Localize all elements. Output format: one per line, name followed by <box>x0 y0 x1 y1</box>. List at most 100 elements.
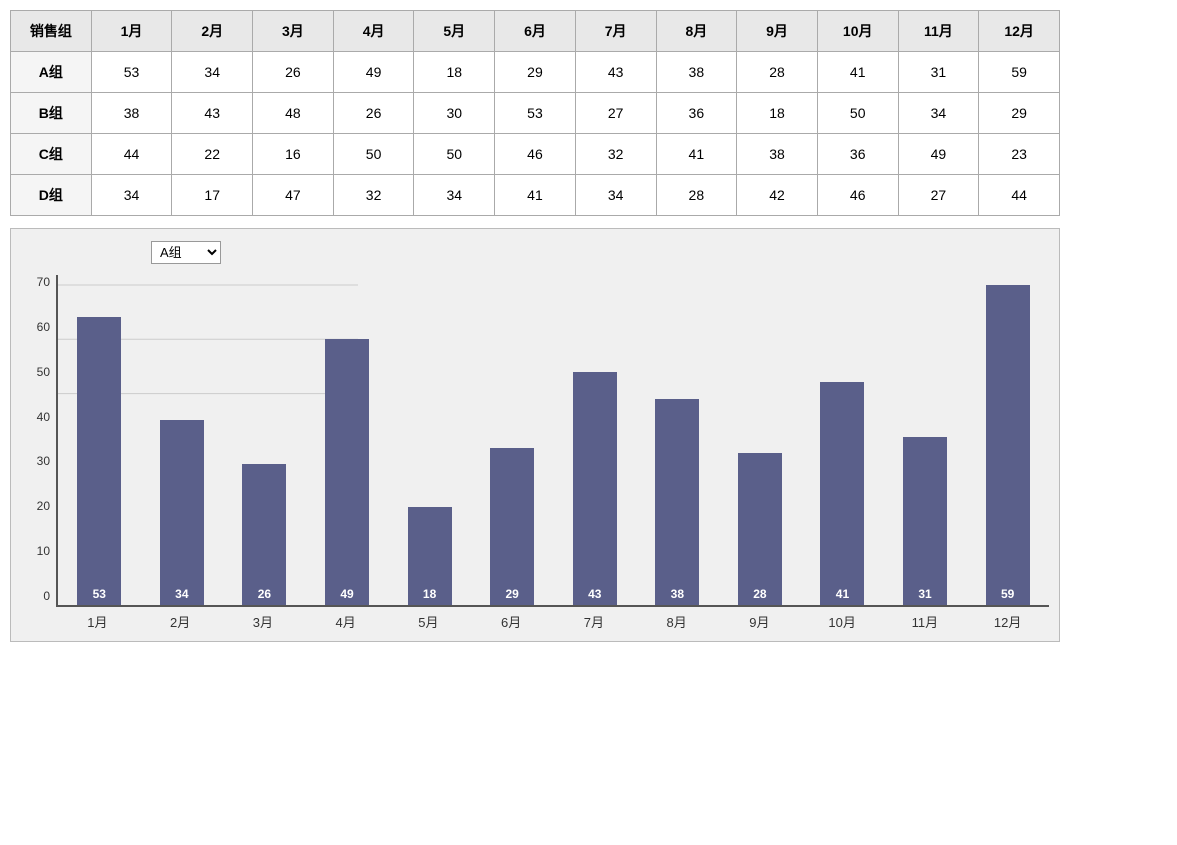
y-axis-label: 40 <box>37 410 50 424</box>
group-select[interactable]: A组B组C组D组 <box>151 241 221 264</box>
value-cell: 46 <box>495 134 576 175</box>
value-cell: 26 <box>253 52 334 93</box>
value-cell: 48 <box>253 93 334 134</box>
bar-group: 31 <box>884 285 967 605</box>
bar: 49 <box>325 339 369 605</box>
table-header: 11月 <box>898 11 979 52</box>
table-row: B组384348263053273618503429 <box>11 93 1060 134</box>
y-axis-label: 50 <box>37 365 50 379</box>
value-cell: 34 <box>898 93 979 134</box>
bar-value-label: 26 <box>258 587 271 605</box>
value-cell: 38 <box>91 93 172 134</box>
x-axis-label: 7月 <box>553 607 636 631</box>
table-header: 10月 <box>817 11 898 52</box>
bar-value-label: 43 <box>588 587 601 605</box>
x-axis-label: 11月 <box>884 607 967 631</box>
bar-value-label: 59 <box>1001 587 1014 605</box>
value-cell: 22 <box>172 134 253 175</box>
value-cell: 28 <box>737 52 818 93</box>
bar-group: 59 <box>966 285 1049 605</box>
value-cell: 49 <box>898 134 979 175</box>
value-cell: 59 <box>979 52 1060 93</box>
value-cell: 29 <box>979 93 1060 134</box>
value-cell: 26 <box>333 93 414 134</box>
value-cell: 43 <box>172 93 253 134</box>
value-cell: 27 <box>898 175 979 216</box>
table-header: 7月 <box>575 11 656 52</box>
chart-container: A组B组C组D组 70 60 50 40 30 20 10 0 53 34 26 49 18 29 43 3… <box>10 228 1060 642</box>
bar-value-label: 18 <box>423 587 436 605</box>
bar: 18 <box>408 507 452 605</box>
value-cell: 34 <box>575 175 656 216</box>
value-cell: 38 <box>737 134 818 175</box>
table-header: 8月 <box>656 11 737 52</box>
bar: 26 <box>242 464 286 605</box>
bar-value-label: 41 <box>836 587 849 605</box>
table-header: 5月 <box>414 11 495 52</box>
group-cell: D组 <box>11 175 92 216</box>
value-cell: 30 <box>414 93 495 134</box>
value-cell: 34 <box>91 175 172 216</box>
table-row: C组442216505046324138364923 <box>11 134 1060 175</box>
value-cell: 38 <box>656 52 737 93</box>
bar-group: 53 <box>58 285 141 605</box>
sales-table: 销售组1月2月3月4月5月6月7月8月9月10月11月12月 A组5334264… <box>10 10 1060 216</box>
bar-group: 49 <box>306 285 389 605</box>
y-axis-label: 20 <box>37 499 50 513</box>
x-axis-label: 6月 <box>470 607 553 631</box>
value-cell: 18 <box>737 93 818 134</box>
x-axis-label: 8月 <box>635 607 718 631</box>
bar: 43 <box>573 372 617 605</box>
y-axis-label: 60 <box>37 320 50 334</box>
bar-value-label: 49 <box>340 587 353 605</box>
y-axis-label: 0 <box>43 589 50 603</box>
value-cell: 53 <box>495 93 576 134</box>
bar-group: 18 <box>388 285 471 605</box>
value-cell: 43 <box>575 52 656 93</box>
value-cell: 41 <box>817 52 898 93</box>
value-cell: 23 <box>979 134 1060 175</box>
x-labels: 1月2月3月4月5月6月7月8月9月10月11月12月 <box>56 607 1049 631</box>
value-cell: 50 <box>414 134 495 175</box>
table-row: A组533426491829433828413159 <box>11 52 1060 93</box>
y-axis-label: 30 <box>37 454 50 468</box>
group-cell: B组 <box>11 93 92 134</box>
bar-group: 43 <box>553 285 636 605</box>
value-cell: 36 <box>656 93 737 134</box>
bar-value-label: 38 <box>671 587 684 605</box>
group-dropdown-wrapper[interactable]: A组B组C组D组 <box>151 241 221 264</box>
bar: 59 <box>986 285 1030 605</box>
bar-value-label: 31 <box>918 587 931 605</box>
x-axis-label: 5月 <box>387 607 470 631</box>
value-cell: 41 <box>495 175 576 216</box>
value-cell: 44 <box>91 134 172 175</box>
bar: 53 <box>77 317 121 605</box>
bar-value-label: 28 <box>753 587 766 605</box>
y-axis-label: 10 <box>37 544 50 558</box>
value-cell: 31 <box>898 52 979 93</box>
bar-value-label: 29 <box>505 587 518 605</box>
bar-value-label: 53 <box>93 587 106 605</box>
value-cell: 41 <box>656 134 737 175</box>
table-header: 9月 <box>737 11 818 52</box>
table-header: 1月 <box>91 11 172 52</box>
value-cell: 47 <box>253 175 334 216</box>
value-cell: 46 <box>817 175 898 216</box>
table-header: 销售组 <box>11 11 92 52</box>
table-header: 2月 <box>172 11 253 52</box>
bar: 38 <box>655 399 699 605</box>
value-cell: 27 <box>575 93 656 134</box>
table-header: 6月 <box>495 11 576 52</box>
value-cell: 42 <box>737 175 818 216</box>
bar: 28 <box>738 453 782 605</box>
y-axis-label: 70 <box>37 275 50 289</box>
value-cell: 28 <box>656 175 737 216</box>
table-header: 12月 <box>979 11 1060 52</box>
bar-value-label: 34 <box>175 587 188 605</box>
value-cell: 16 <box>253 134 334 175</box>
bar: 41 <box>820 382 864 605</box>
value-cell: 50 <box>333 134 414 175</box>
value-cell: 18 <box>414 52 495 93</box>
x-axis-label: 10月 <box>801 607 884 631</box>
table-row: D组341747323441342842462744 <box>11 175 1060 216</box>
